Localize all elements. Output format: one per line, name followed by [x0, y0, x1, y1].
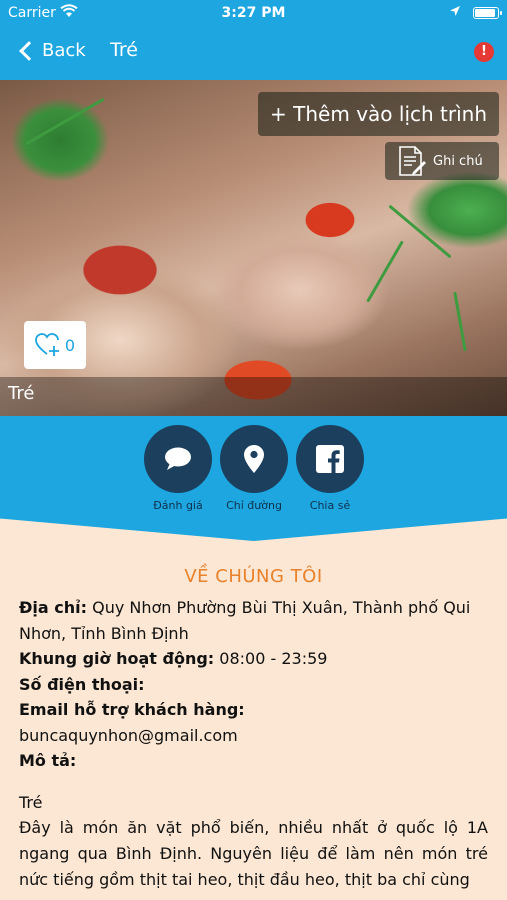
back-button[interactable]: Back [19, 40, 86, 61]
description-text: Đây là món ăn vặt phổ biến, nhiều nhất ở… [19, 817, 488, 889]
note-button[interactable]: Ghi chú [385, 142, 499, 180]
battery-icon [473, 7, 502, 19]
description-row: Mô tả: [19, 748, 488, 774]
page-title: Tré [110, 39, 138, 61]
address-continuation: Nhơn, Tỉnh Bình Định [19, 623, 189, 643]
share-icon-circle [296, 425, 364, 493]
location-arrow-icon [449, 5, 461, 21]
about-heading: VỀ CHÚNG TÔI [184, 566, 323, 587]
add-to-itinerary-button[interactable]: + Thêm vào lịch trình [258, 92, 499, 136]
food-photo: + Thêm vào lịch trình Ghi chú 0 Tré [0, 80, 507, 416]
herb-decoration [25, 97, 105, 146]
share-button[interactable]: Chia sẻ [295, 425, 365, 512]
directions-button[interactable]: Chỉ đường [219, 425, 289, 512]
address-key: Địa chỉ: [19, 598, 88, 617]
hours-row: Khung giờ hoạt động: 08:00 - 23:59 [19, 646, 488, 672]
email-link[interactable]: buncaquynhon@gmail.com [19, 723, 488, 749]
description-key: Mô tả: [19, 751, 77, 770]
hours-key: Khung giờ hoạt động: [19, 649, 215, 668]
hours-value: 08:00 - 23:59 [214, 649, 328, 668]
description-title: Tré [19, 792, 43, 812]
herb-decoration [366, 240, 404, 303]
review-button[interactable]: Đánh giá [143, 425, 213, 512]
action-bar: Đánh giá Chỉ đường Chia sẻ [0, 416, 507, 541]
status-time: 3:27 PM [221, 5, 286, 21]
map-pin-icon [244, 445, 264, 473]
heart-plus-icon [35, 333, 59, 356]
note-pencil-icon [399, 146, 426, 176]
photo-caption: Tré [8, 383, 35, 404]
herb-decoration [453, 291, 467, 352]
address-value: Quy Nhơn Phường Bùi Thị Xuân, Thành phố … [87, 598, 471, 617]
directions-icon-circle [220, 425, 288, 493]
back-label: Back [42, 40, 86, 61]
chat-bubble-icon [165, 447, 191, 470]
phone-row: Số điện thoại: [19, 672, 488, 698]
chevron-left-icon [19, 40, 39, 61]
nav-bar: Back Tré ! [0, 28, 507, 80]
status-bar: Carrier 3:27 PM [0, 0, 507, 28]
review-icon-circle [144, 425, 212, 493]
like-count: 0 [64, 335, 76, 355]
like-button[interactable]: 0 [24, 321, 86, 369]
share-label: Chia sẻ [309, 499, 351, 512]
email-key: Email hỗ trợ khách hàng: [19, 700, 245, 719]
review-label: Đánh giá [153, 499, 203, 512]
alert-icon[interactable]: ! [474, 42, 494, 62]
directions-label: Chỉ đường [226, 499, 282, 512]
email-row: Email hỗ trợ khách hàng: [19, 697, 488, 723]
phone-key: Số điện thoại: [19, 674, 145, 694]
photo-caption-bar: Tré [0, 377, 507, 416]
facebook-icon [316, 445, 344, 473]
battery-level [475, 9, 495, 17]
address-row: Địa chỉ: Quy Nhơn Phường Bùi Thị Xuân, T… [19, 595, 488, 621]
note-label: Ghi chú [433, 153, 483, 169]
about-section: VỀ CHÚNG TÔI Địa chỉ: Quy Nhơn Phường Bù… [0, 541, 507, 900]
